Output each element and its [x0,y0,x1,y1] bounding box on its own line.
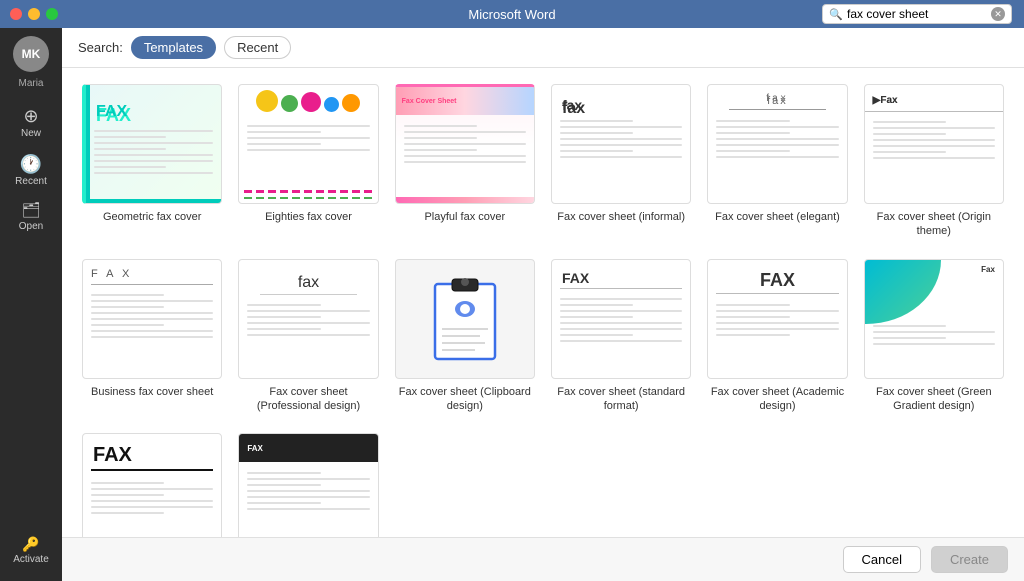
template-geometric-fax-cover[interactable]: FAX Geometric fax cover [82,84,222,239]
template-thumb-standard: FAX [551,259,691,379]
template-business-fax[interactable]: F A X Business fax cover sheet [82,259,222,414]
cancel-button[interactable]: Cancel [843,546,921,573]
sidebar: MK Maria ⊕ New 🕐 Recent 🗂 Open 🔑 Activat… [0,28,62,581]
template-fax-standard[interactable]: FAX Fax cover sheet (standard format) [551,259,691,414]
sidebar-new-label: New [21,128,41,139]
sidebar-item-open[interactable]: 🗂 Open [0,197,62,238]
template-thumb-geometric: FAX [82,84,222,204]
template-name-business: Business fax cover sheet [91,385,213,399]
template-name-origin: Fax cover sheet (Origin theme) [864,210,1004,239]
activate-icon: 🔑 [22,537,39,551]
template-name-elegant: Fax cover sheet (elegant) [715,210,840,224]
template-row-1: FAX Geometric fax cover [82,84,1004,239]
activate-label: Activate [13,554,49,565]
app-title: Microsoft Word [468,7,555,22]
avatar: MK [13,36,49,72]
tab-recent[interactable]: Recent [224,36,291,59]
tab-templates[interactable]: Templates [131,36,216,59]
template-name-eighties: Eighties fax cover [265,210,352,224]
template-name-playful: Playful fax cover [424,210,505,224]
template-fax-clipboard[interactable]: Fax cover sheet (Clipboard design) [395,259,535,414]
template-thumb-equity: FAX [82,433,222,537]
template-thumb-elegant: fax [707,84,847,204]
template-name-professional: Fax cover sheet (Professional design) [238,385,378,414]
sidebar-bottom: 🔑 Activate [13,531,49,581]
title-bar: Microsoft Word 🔍 ✕ [0,0,1024,28]
minimize-button[interactable] [28,8,40,20]
template-thumb-informal: fax [551,84,691,204]
template-row-2: F A X Business fax cover sheet [82,259,1004,414]
traffic-lights [10,8,58,20]
search-clear-button[interactable]: ✕ [991,7,1005,21]
new-icon: ⊕ [23,107,38,125]
template-thumb-median: FAX [238,433,378,537]
template-search-input[interactable] [847,7,987,21]
template-thumb-origin: ▶Fax [864,84,1004,204]
template-name-geometric: Geometric fax cover [103,210,201,224]
template-fax-origin[interactable]: ▶Fax Fax cover sheet (Origin theme) [864,84,1004,239]
template-thumb-eighties [238,84,378,204]
open-icon: 🗂 [21,203,40,218]
main-container: MK Maria ⊕ New 🕐 Recent 🗂 Open 🔑 Activat… [0,28,1024,581]
template-fax-academic[interactable]: FAX Fax cover sheet (Academic design) [707,259,847,414]
template-fax-elegant[interactable]: fax Fax cover sheet (elegant) [707,84,847,239]
template-fax-informal[interactable]: fax Fax cover sheet (informal) [551,84,691,239]
template-name-academic: Fax cover sheet (Academic design) [707,385,847,414]
template-fax-equity[interactable]: FAX Fax (Equity theme) [82,433,222,537]
template-thumb-business: F A X [82,259,222,379]
template-name-clipboard: Fax cover sheet (Clipboard design) [395,385,535,414]
search-bar: 🔍 ✕ [822,4,1012,24]
close-button[interactable] [10,8,22,20]
template-thumb-green-gradient: Fax [864,259,1004,379]
sidebar-item-activate[interactable]: 🔑 Activate [13,531,49,571]
template-thumb-professional: fax [238,259,378,379]
content-area: Search: Templates Recent FAX [62,28,1024,581]
recent-icon: 🕐 [20,155,42,173]
sidebar-item-recent[interactable]: 🕐 Recent [0,149,62,193]
user-name: Maria [18,78,43,89]
template-eighties-fax-cover[interactable]: Eighties fax cover [238,84,378,239]
template-thumb-playful: Fax Cover Sheet [395,84,535,204]
footer-bar: Cancel Create [62,537,1024,581]
sidebar-item-new[interactable]: ⊕ New [0,101,62,145]
template-fax-professional[interactable]: fax Fax cover sheet (Professional design… [238,259,378,414]
clipboard-svg [430,274,500,364]
template-name-informal: Fax cover sheet (informal) [557,210,685,224]
template-thumb-clipboard [395,259,535,379]
search-label: Search: [78,40,123,55]
search-tabs-bar: Search: Templates Recent [62,28,1024,68]
templates-grid: FAX Geometric fax cover [62,68,1024,537]
template-thumb-academic: FAX [707,259,847,379]
template-fax-green-gradient[interactable]: Fax Fax cover sheet (Green Gradient desi… [864,259,1004,414]
search-icon: 🔍 [829,8,843,21]
sidebar-open-label: Open [19,221,43,232]
sidebar-recent-label: Recent [15,176,47,187]
create-button[interactable]: Create [931,546,1008,573]
template-fax-median[interactable]: FAX Fax (Median theme) [238,433,378,537]
template-name-green-gradient: Fax cover sheet (Green Gradient design) [864,385,1004,414]
maximize-button[interactable] [46,8,58,20]
template-playful-fax-cover[interactable]: Fax Cover Sheet Playful fax cover [395,84,535,239]
template-row-3: FAX Fax (Equity theme) [82,433,1004,537]
template-name-standard: Fax cover sheet (standard format) [551,385,691,414]
